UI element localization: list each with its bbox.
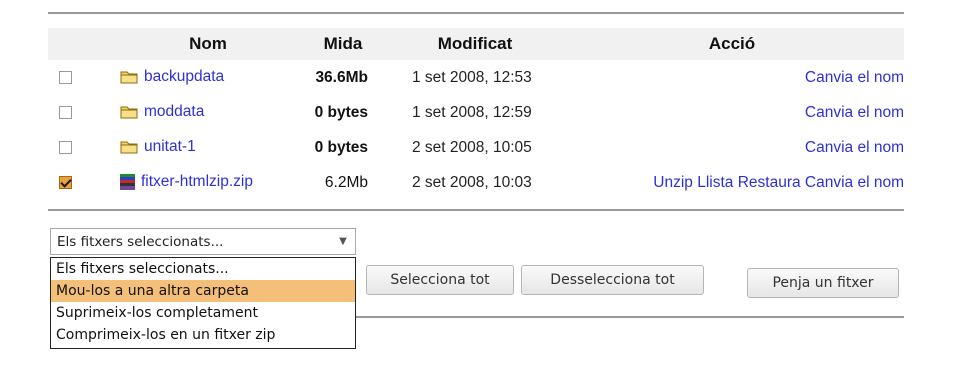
row-checkbox[interactable]: [59, 70, 72, 84]
folder-icon: [120, 105, 138, 119]
middle-rule: [48, 209, 904, 211]
dropdown-option[interactable]: Mou-los a una altra carpeta: [51, 280, 355, 302]
file-name-link[interactable]: moddata: [144, 103, 204, 120]
table-row: unitat-1 0 bytes 2 set 2008, 10:05 Canvia e…: [48, 130, 904, 165]
file-table: Nom Mida Modificat Acció backupdata 36.6M…: [48, 28, 904, 200]
row-checkbox[interactable]: [59, 105, 72, 119]
column-header-modified: Modificat: [390, 28, 560, 60]
action-link-canvia-el-nom[interactable]: Canvia el nom: [805, 69, 904, 86]
select-all-button[interactable]: Selecciona tot: [366, 265, 514, 295]
selection-action-value: Els fitxers seleccionats...: [57, 233, 224, 250]
file-modified: 2 set 2008, 10:05: [412, 138, 532, 156]
bottom-rule: [356, 316, 904, 318]
file-name-link[interactable]: fitxer-htmlzip.zip: [141, 173, 253, 190]
column-header-size: Mida: [296, 28, 390, 60]
file-size: 0 bytes: [314, 103, 368, 121]
folder-icon: [120, 70, 138, 84]
zip-icon: [120, 174, 135, 191]
row-checkbox[interactable]: [59, 175, 72, 189]
deselect-all-button[interactable]: Desselecciona tot: [521, 265, 704, 295]
action-link-canvia-el-nom[interactable]: Canvia el nom: [805, 174, 904, 191]
file-modified: 1 set 2008, 12:53: [412, 68, 532, 86]
dropdown-option[interactable]: Els fitxers seleccionats...: [51, 258, 355, 280]
top-rule: [48, 12, 904, 14]
action-link-canvia-el-nom[interactable]: Canvia el nom: [805, 139, 904, 156]
file-size: 36.6Mb: [315, 68, 368, 86]
file-modified: 2 set 2008, 10:03: [412, 173, 532, 191]
dropdown-option[interactable]: Comprimeix-los en un fitxer zip: [51, 324, 355, 346]
file-size: 6.2Mb: [324, 173, 368, 191]
folder-icon: [120, 140, 138, 154]
row-checkbox[interactable]: [59, 140, 72, 154]
column-header-action: Acció: [560, 28, 904, 60]
table-row: backupdata 36.6Mb 1 set 2008, 12:53 Canvia …: [48, 60, 904, 95]
selection-action-select[interactable]: Els fitxers seleccionats... ▼: [50, 228, 356, 255]
table-row: fitxer-htmlzip.zip 6.2Mb 2 set 2008, 10:03…: [48, 165, 904, 200]
file-size: 0 bytes: [314, 138, 368, 156]
selection-action-dropdown: Els fitxers seleccionats... Mou-los a una…: [50, 257, 356, 349]
upload-file-button[interactable]: Penja un fitxer: [747, 268, 899, 298]
action-link-restaura[interactable]: Restaura: [738, 174, 801, 191]
action-link-unzip[interactable]: Unzip: [653, 174, 693, 191]
file-modified: 1 set 2008, 12:59: [412, 103, 532, 121]
file-name-link[interactable]: unitat-1: [144, 138, 196, 155]
action-link-llista[interactable]: Llista: [697, 174, 733, 191]
file-name-link[interactable]: backupdata: [144, 68, 224, 85]
table-row: moddata 0 bytes 1 set 2008, 12:59 Canvia el…: [48, 95, 904, 130]
column-header-name: Nom: [120, 28, 296, 60]
dropdown-option[interactable]: Suprimeix-los completament: [51, 302, 355, 324]
action-link-canvia-el-nom[interactable]: Canvia el nom: [805, 104, 904, 121]
table-header-row: Nom Mida Modificat Acció: [48, 28, 904, 60]
chevron-down-icon[interactable]: ▼: [331, 229, 355, 254]
